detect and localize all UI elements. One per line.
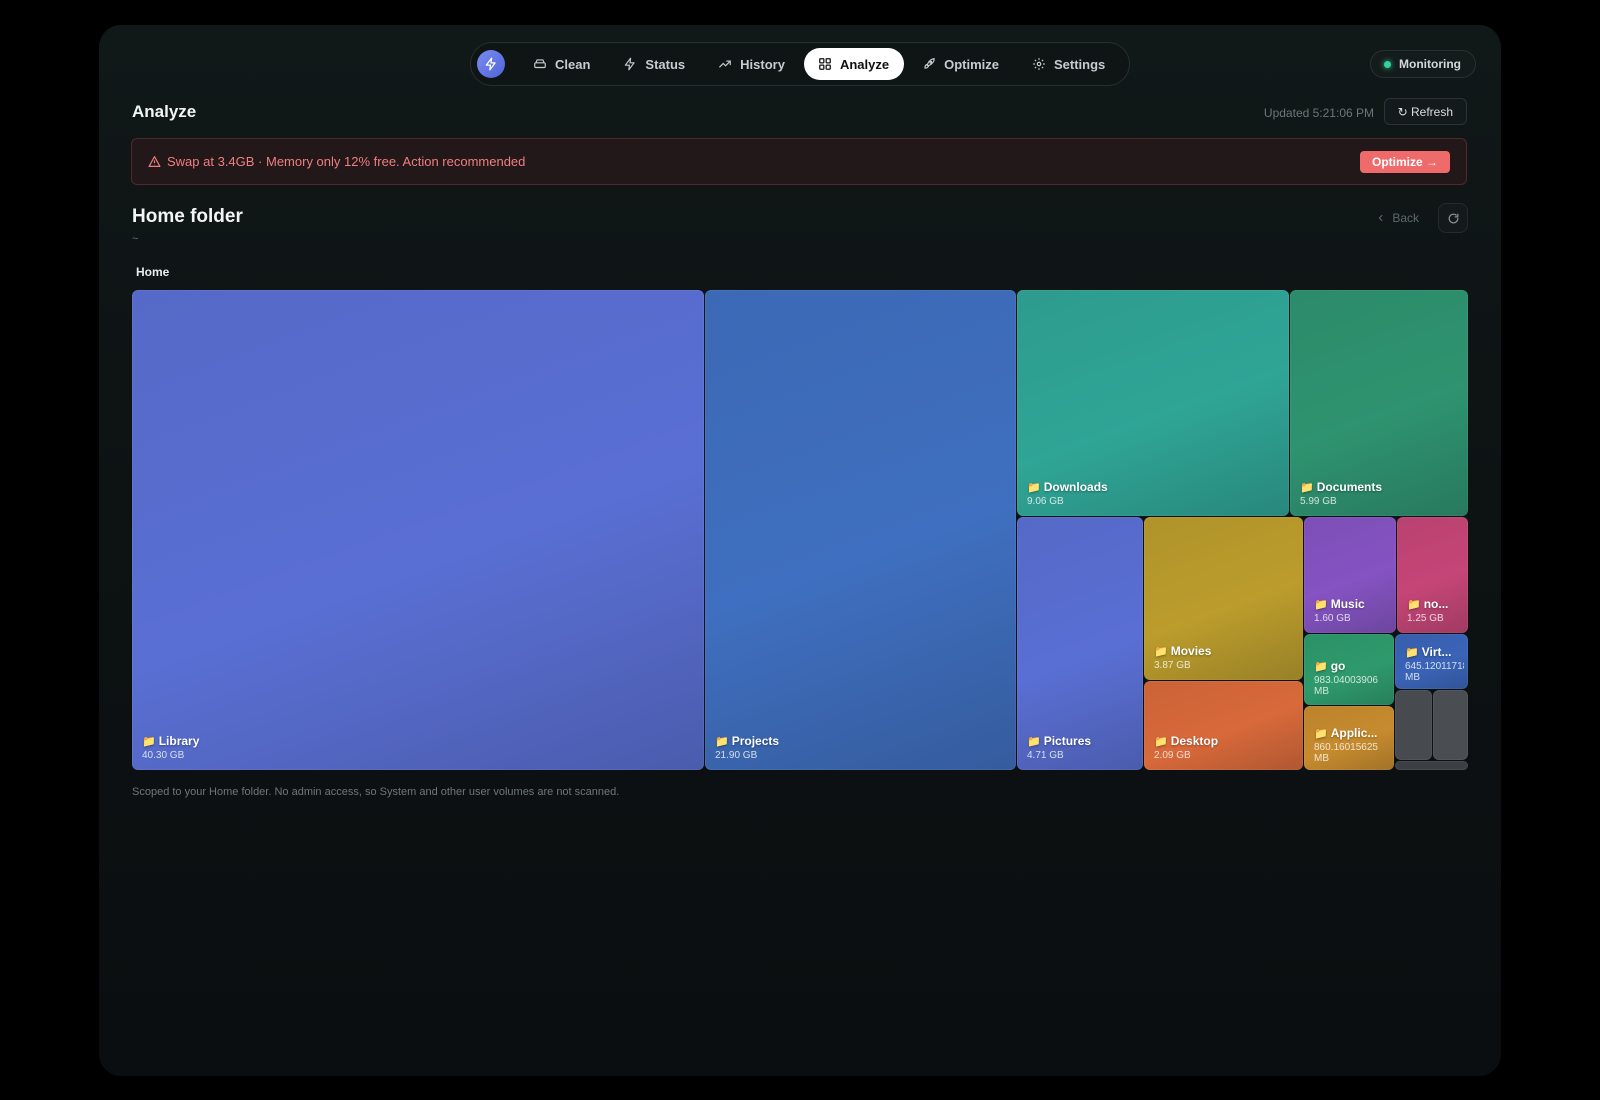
treemap-tile-go[interactable]: 📁 go 983.04003906 MB (1304, 634, 1394, 705)
tile-name: Downloads (1043, 480, 1108, 494)
status-dot (1384, 60, 1392, 68)
treemap-tile-no[interactable]: 📁 no... 1.25 GB (1397, 517, 1468, 633)
tile-name: Music (1330, 597, 1365, 611)
tile-size: 645.12011718 MB (1405, 661, 1464, 683)
tile-name: Applic... (1330, 726, 1378, 740)
breadcrumb-home[interactable]: Home (136, 265, 169, 279)
tab-analyze[interactable]: Analyze (803, 48, 905, 80)
folder-icon: 📁 (1300, 482, 1314, 494)
treemap-tile-virt[interactable]: 📁 Virt... 645.12011718 MB (1395, 634, 1468, 689)
updated-timestamp: Updated 5:21:06 PM (1263, 106, 1374, 120)
grid-icon (819, 58, 831, 70)
bolt-icon (625, 57, 636, 71)
page-title: Analyze (132, 102, 197, 121)
treemap: 📁 Library 40.30 GB 📁 Projects 21.90 GB 📁 Down… (132, 290, 1468, 770)
tab-label: Status (645, 56, 686, 72)
treemap-tile-desktop[interactable]: 📁 Desktop 2.09 GB (1144, 681, 1303, 770)
treemap-tile-documents[interactable]: 📁 Documents 5.99 GB (1290, 290, 1468, 516)
tab-label: Optimize (944, 56, 999, 72)
section-title: Home folder (132, 206, 243, 227)
back-button[interactable]: Back (1376, 210, 1419, 226)
treemap-tile-movies[interactable]: 📁 Movies 3.87 GB (1144, 517, 1303, 680)
treemap-tile-library[interactable]: 📁 Library 40.30 GB (132, 290, 704, 770)
tile-size: 5.99 GB (1300, 496, 1337, 507)
refresh-button[interactable]: ↻ Refresh (1383, 98, 1467, 125)
gear-icon (1033, 58, 1045, 70)
folder-icon: 📁 (1027, 736, 1041, 748)
tile-size: 21.90 GB (715, 750, 758, 761)
folder-icon: 📁 (1407, 599, 1421, 611)
treemap-tile-pictures[interactable]: 📁 Pictures 4.71 GB (1017, 517, 1143, 770)
folder-icon: 📁 (1314, 599, 1328, 611)
folder-icon: 📁 (1314, 661, 1328, 673)
tile-size: 983.04003906 MB (1314, 675, 1378, 697)
treemap-tile-small[interactable] (1395, 690, 1432, 760)
folder-icon: 📁 (715, 736, 729, 748)
folder-icon: 📁 (1405, 647, 1419, 659)
folder-icon: 📁 (1154, 736, 1168, 748)
trend-icon (719, 60, 731, 68)
tile-size: 4.71 GB (1027, 750, 1064, 761)
reload-icon (1448, 213, 1458, 223)
tile-size: 9.06 GB (1027, 496, 1064, 507)
alert-message: Swap at 3.4GB · Memory only 12% free. Ac… (167, 154, 526, 169)
treemap-tile-small[interactable] (1433, 690, 1468, 760)
folder-icon: 📁 (1314, 728, 1328, 740)
tile-size: 860.16015625 MB (1314, 742, 1378, 764)
tab-optimize[interactable]: Optimize (908, 48, 1014, 80)
rocket-icon (924, 58, 935, 69)
optimize-action-button[interactable]: Optimize → (1359, 150, 1450, 173)
folder-icon: 📁 (1027, 482, 1041, 494)
tile-name: Documents (1316, 480, 1383, 494)
tab-label: Clean (555, 56, 591, 72)
rescan-button[interactable] (1438, 203, 1468, 233)
tile-name: Desktop (1170, 734, 1219, 748)
tab-label: Settings (1053, 56, 1106, 72)
tile-name: Library (158, 734, 200, 748)
treemap-tile-applications[interactable]: 📁 Applic... 860.16015625 MB (1304, 706, 1394, 770)
tile-size: 1.60 GB (1314, 613, 1351, 624)
scope-footnote: Scoped to your Home folder. No admin acc… (132, 786, 620, 798)
tile-size: 1.25 GB (1407, 613, 1444, 624)
tile-size: 40.30 GB (142, 750, 185, 761)
treemap-tile-small[interactable] (1395, 761, 1468, 770)
tab-label: History (740, 56, 785, 72)
monitoring-badge[interactable]: Monitoring (1370, 50, 1476, 78)
treemap-tile-music[interactable]: 📁 Music 1.60 GB (1304, 517, 1396, 633)
treemap-tile-downloads[interactable]: 📁 Downloads 9.06 GB (1017, 290, 1289, 516)
tile-size: 2.09 GB (1154, 750, 1191, 761)
drive-icon (534, 59, 546, 69)
tab-history[interactable]: History (704, 48, 800, 80)
top-nav: Clean Status History Analyze Optimize Se… (470, 42, 1130, 86)
tab-settings[interactable]: Settings (1018, 48, 1120, 80)
tile-name: go (1330, 659, 1346, 673)
monitoring-label: Monitoring (1399, 57, 1461, 71)
folder-icon: 📁 (142, 736, 156, 748)
tile-name: Projects (731, 734, 780, 748)
tab-label: Analyze (839, 56, 890, 72)
warning-icon (148, 156, 161, 167)
tile-name: Movies (1170, 644, 1212, 658)
memory-alert-banner: Swap at 3.4GB · Memory only 12% free. Ac… (131, 138, 1467, 185)
tile-name: Virt... (1421, 645, 1452, 659)
tile-name: Pictures (1043, 734, 1092, 748)
tile-name: no... (1423, 597, 1449, 611)
chevron-left-icon (1378, 214, 1383, 222)
back-label: Back (1392, 211, 1419, 225)
treemap-tile-projects[interactable]: 📁 Projects 21.90 GB (705, 290, 1016, 770)
tab-status[interactable]: Status (609, 48, 700, 80)
folder-icon: 📁 (1154, 646, 1168, 658)
section-path: ~ (132, 233, 139, 245)
app-window: Clean Status History Analyze Optimize Se… (99, 25, 1501, 1076)
app-logo-bolt-icon[interactable] (477, 50, 505, 78)
tab-clean[interactable]: Clean (519, 48, 605, 80)
tile-size: 3.87 GB (1154, 660, 1191, 671)
